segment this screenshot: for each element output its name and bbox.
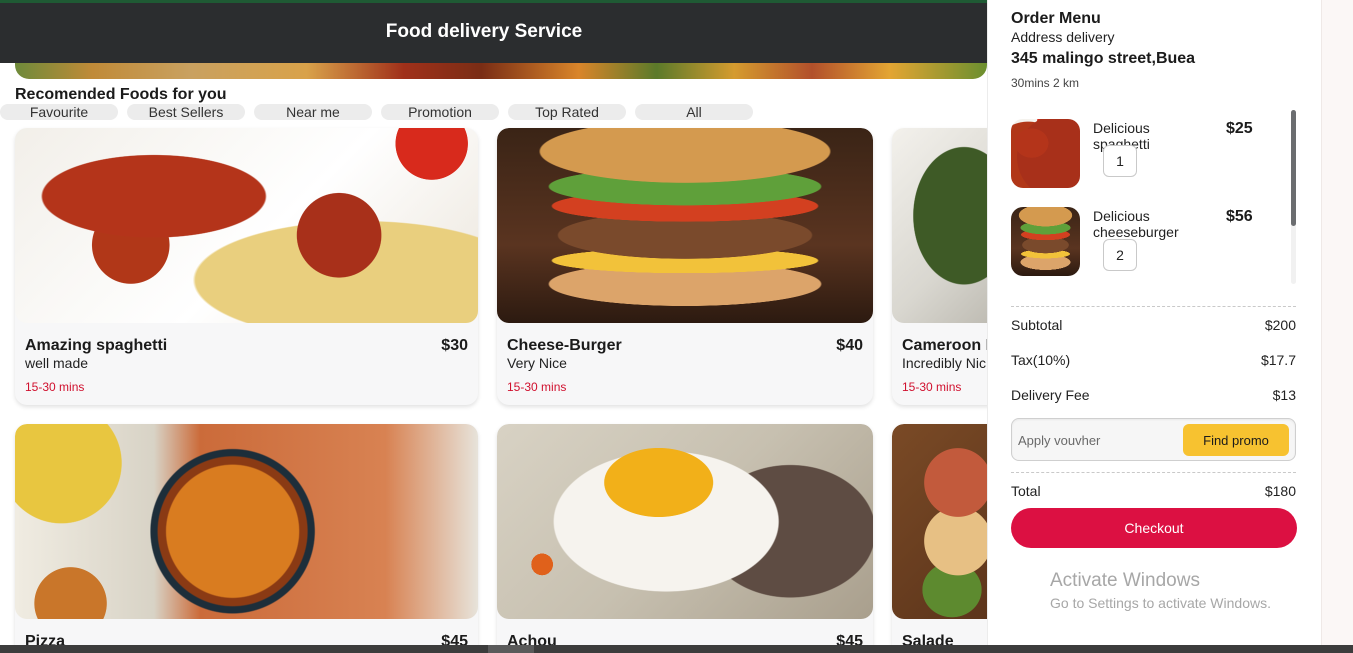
delivery-fee-label: Delivery Fee bbox=[1011, 387, 1090, 403]
app-title: Food delivery Service bbox=[385, 21, 583, 42]
food-name: Cheese-Burger bbox=[507, 337, 622, 354]
food-description: well made bbox=[25, 355, 89, 371]
food-price: $40 bbox=[836, 337, 863, 354]
hero-banner-image bbox=[15, 63, 987, 79]
order-items-list[interactable]: Delicious spaghetti $25 1 Delicious chee… bbox=[1011, 110, 1296, 288]
voucher-box: Find promo bbox=[1011, 418, 1296, 461]
subtotal-label: Subtotal bbox=[1011, 317, 1063, 333]
activate-windows-subtitle: Go to Settings to activate Windows. bbox=[1050, 595, 1271, 611]
delivery-address: 345 malingo street,Buea bbox=[1011, 50, 1196, 67]
section-title: Recomended Foods for you bbox=[15, 86, 227, 103]
chip-favourite[interactable]: Favourite bbox=[0, 104, 118, 120]
divider bbox=[1011, 306, 1296, 307]
activate-windows-title: Activate Windows bbox=[1050, 570, 1200, 591]
checkout-button[interactable]: Checkout bbox=[1011, 508, 1297, 548]
food-delivery-time: 15-30 mins bbox=[902, 380, 962, 394]
order-item-name: Delicious cheeseburger bbox=[1093, 208, 1179, 240]
food-delivery-time: 15-30 mins bbox=[25, 380, 85, 394]
order-item-thumbnail bbox=[1011, 119, 1080, 188]
order-item: Delicious cheeseburger $56 2 bbox=[1011, 207, 1291, 277]
find-promo-button[interactable]: Find promo bbox=[1183, 424, 1289, 456]
pizza-image bbox=[15, 424, 478, 619]
divider bbox=[1011, 472, 1296, 473]
order-panel: Order Menu Address delivery 345 malingo … bbox=[987, 0, 1321, 653]
app-header: Food delivery Service bbox=[0, 3, 987, 63]
order-item: Delicious spaghetti $25 1 bbox=[1011, 119, 1291, 189]
subtotal-value: $200 bbox=[1264, 317, 1296, 333]
total-label: Total bbox=[1011, 483, 1041, 499]
tax-label: Tax(10%) bbox=[1011, 352, 1071, 368]
app-page: Food delivery Service Recomended Foods f… bbox=[0, 0, 1353, 653]
food-delivery-time: 15-30 mins bbox=[507, 380, 567, 394]
food-name: Cameroon I bbox=[902, 337, 991, 354]
outer-margin bbox=[1321, 0, 1353, 653]
food-name: Amazing spaghetti bbox=[25, 337, 168, 354]
food-card-cheese-burger[interactable]: Cheese-Burger $40 Very Nice 15-30 mins bbox=[497, 128, 873, 405]
burger-image bbox=[497, 128, 873, 323]
order-item-thumbnail bbox=[1011, 207, 1080, 276]
taskbar bbox=[0, 645, 1353, 653]
address-label: Address delivery bbox=[1011, 29, 1115, 45]
delivery-fee-value: $13 bbox=[1272, 387, 1296, 403]
chip-top-rated[interactable]: Top Rated bbox=[508, 104, 626, 120]
quantity-field[interactable]: 2 bbox=[1103, 239, 1137, 271]
food-description: Very Nice bbox=[507, 355, 567, 371]
order-item-price: $25 bbox=[1226, 120, 1253, 137]
order-list-scrollbar-thumb[interactable] bbox=[1291, 110, 1296, 226]
order-menu-title: Order Menu bbox=[1011, 10, 1101, 27]
chip-near-me[interactable]: Near me bbox=[254, 104, 372, 120]
chip-all[interactable]: All bbox=[635, 104, 753, 120]
chip-promotion[interactable]: Promotion bbox=[381, 104, 499, 120]
delivery-eta: 30mins 2 km bbox=[1011, 76, 1080, 90]
food-description: Incredibly Nic bbox=[902, 355, 987, 371]
order-item-price: $56 bbox=[1226, 208, 1253, 225]
total-value: $180 bbox=[1264, 483, 1296, 499]
food-card-pizza[interactable]: Pizza $45 bbox=[15, 424, 478, 653]
spaghetti-image bbox=[15, 128, 478, 323]
food-price: $30 bbox=[441, 337, 468, 354]
food-card-achou[interactable]: Achou $45 bbox=[497, 424, 873, 653]
quantity-field[interactable]: 1 bbox=[1103, 145, 1137, 177]
taskbar-item[interactable] bbox=[488, 645, 534, 653]
food-card-spaghetti[interactable]: Amazing spaghetti $30 well made 15-30 mi… bbox=[15, 128, 478, 405]
achou-image bbox=[497, 424, 873, 619]
tax-value: $17.7 bbox=[1260, 352, 1296, 368]
chip-best-sellers[interactable]: Best Sellers bbox=[127, 104, 245, 120]
voucher-input[interactable] bbox=[1018, 427, 1178, 453]
